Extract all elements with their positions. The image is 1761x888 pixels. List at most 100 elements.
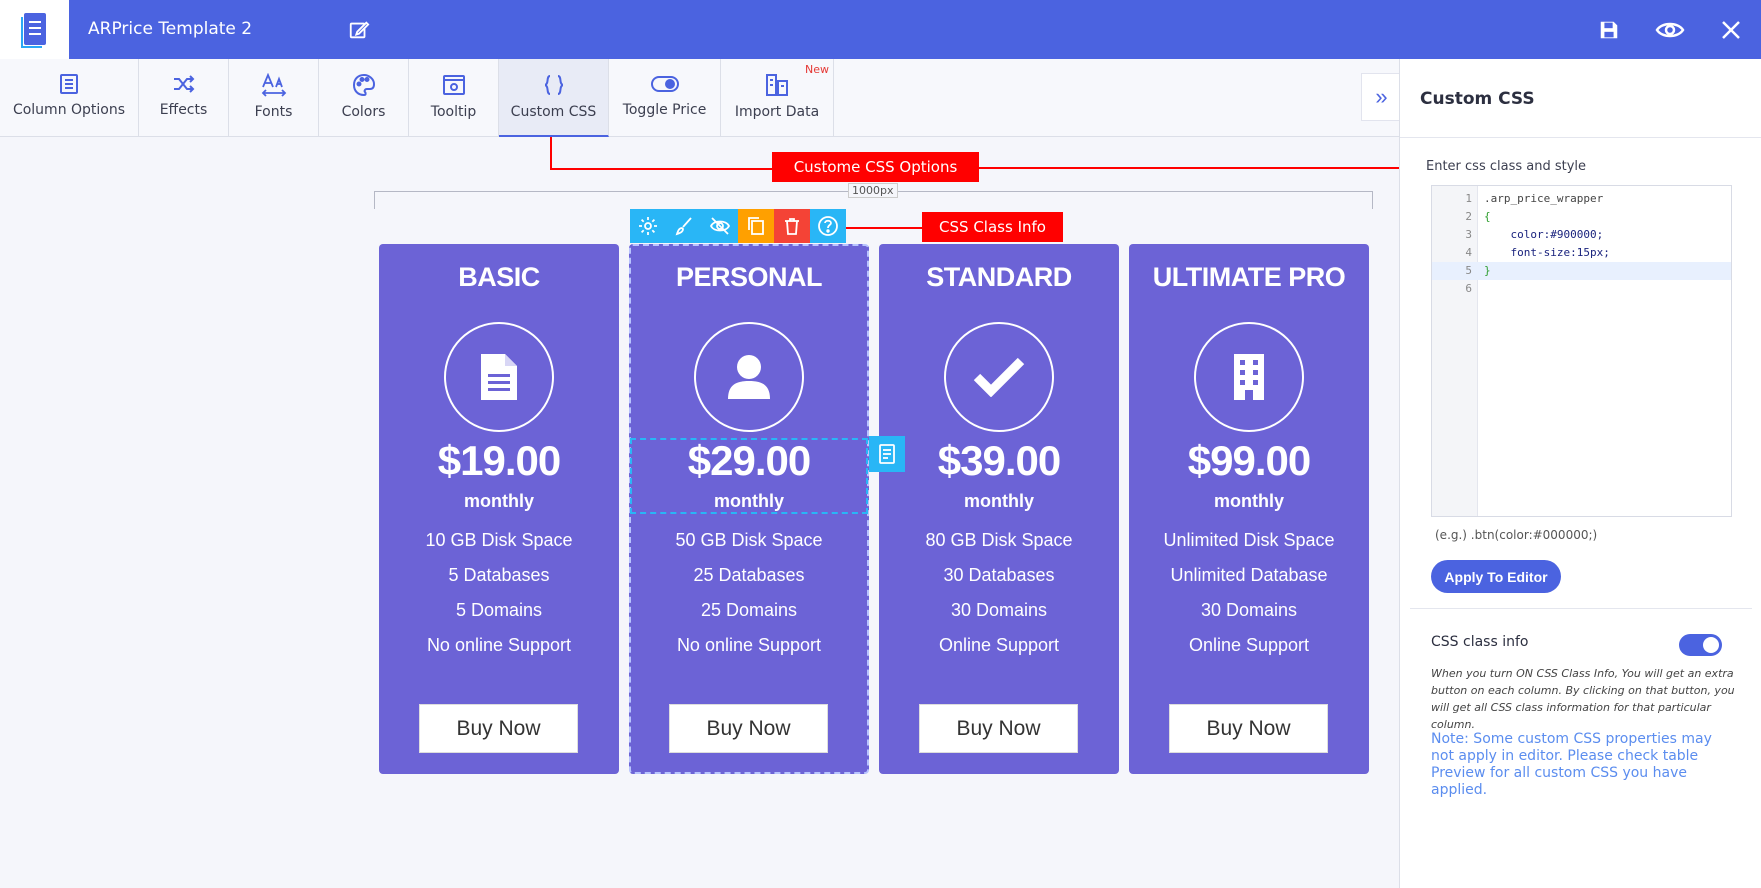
column-icon-circle [444, 322, 554, 432]
apply-to-editor-button[interactable]: Apply To Editor [1431, 560, 1561, 593]
tab-label: Colors [341, 104, 386, 120]
feature-item: Unlimited Disk Space [1163, 530, 1335, 550]
document-icon [481, 354, 517, 400]
column-title: PERSONAL [675, 262, 823, 292]
css-input-label: Enter css class and style [1426, 159, 1587, 174]
pricing-column-basic[interactable]: BASIC $19.00 monthly 10 GB Disk Space 5 … [379, 244, 619, 774]
fonts-icon [261, 73, 286, 97]
column-icon-circle [1194, 322, 1304, 432]
info-button[interactable] [810, 209, 846, 243]
tab-colors[interactable]: Colors [319, 59, 409, 137]
feature-item: 50 GB Disk Space [675, 530, 823, 550]
css-class-info-button[interactable] [869, 436, 905, 472]
panel-collapse-button[interactable]: » [1361, 73, 1401, 121]
save-icon[interactable] [1595, 16, 1623, 44]
settings-button[interactable] [630, 209, 666, 243]
user-icon [728, 355, 770, 399]
style-button[interactable] [666, 209, 702, 243]
editor-toolbar: Column Options Effects Fonts Colors Tool… [0, 59, 1400, 137]
duplicate-button[interactable] [738, 209, 774, 243]
code-line: 3 color:#900000; [1465, 228, 1604, 241]
tab-label: Toggle Price [622, 102, 707, 118]
pricing-column-standard[interactable]: STANDARD $39.00 monthly 80 GB Disk Space… [879, 244, 1119, 774]
divider [1410, 608, 1752, 609]
double-chevron-right-icon: » [1375, 84, 1388, 109]
buy-now-button[interactable]: Buy Now [669, 704, 828, 753]
hide-button[interactable] [702, 209, 738, 243]
import-data-icon [766, 74, 788, 96]
feature-item: 30 Domains [1200, 600, 1298, 620]
price-selection-outline [630, 438, 868, 514]
code-line: 4 font-size:15px; [1465, 246, 1610, 259]
tab-import-data[interactable]: New Import Data [721, 59, 834, 137]
feature-item: 25 Databases [693, 565, 805, 585]
pricing-column-ultimate-pro[interactable]: ULTIMATE PRO $99.00 monthly Unlimited Di… [1129, 244, 1369, 774]
tab-toggle-price[interactable]: Toggle Price [609, 59, 721, 137]
column-options-icon [60, 74, 78, 94]
column-price: $39.00 [937, 437, 1061, 484]
column-price: $99.00 [1187, 437, 1311, 484]
template-title: ARPrice Template 2 [88, 19, 253, 39]
feature-item: Online Support [1188, 635, 1310, 655]
column-price: $19.00 [437, 437, 561, 484]
trash-icon [785, 218, 799, 235]
annotation-line [979, 167, 1400, 169]
tab-label: Effects [159, 102, 208, 118]
tab-effects[interactable]: Effects [139, 59, 229, 137]
delete-button[interactable] [774, 209, 810, 243]
feature-item: No online Support [426, 635, 572, 655]
tab-tooltip[interactable]: Tooltip [409, 59, 499, 137]
tab-custom-css[interactable]: Custom CSS [499, 59, 609, 137]
checkmark-icon [973, 357, 1025, 397]
code-line: 1 .arp_price_wrapper [1465, 192, 1604, 205]
feature-item: No online Support [676, 635, 822, 655]
column-title: BASIC [458, 262, 540, 292]
tab-label: Custom CSS [510, 104, 597, 120]
eye-slash-icon [709, 217, 731, 235]
buy-now-button[interactable]: Buy Now [419, 704, 578, 753]
feature-item: Unlimited Database [1170, 565, 1328, 585]
example-hint: (e.g.) .btn(color:#000000;) [1435, 528, 1598, 542]
tab-label: Column Options [12, 102, 126, 118]
column-period: monthly [464, 491, 534, 511]
feature-item: Online Support [938, 635, 1060, 655]
css-code-editor[interactable]: 1 .arp_price_wrapper 2{ 3 color:#900000; … [1431, 185, 1732, 517]
annotation-line [550, 137, 552, 169]
feature-item: 10 GB Disk Space [425, 530, 573, 550]
edit-icon[interactable] [345, 16, 373, 44]
preview-icon[interactable] [1654, 16, 1686, 44]
annotation-line [843, 227, 923, 229]
feature-item: 5 Domains [455, 600, 543, 620]
building-icon [1234, 354, 1264, 400]
buy-now-button[interactable]: Buy Now [919, 704, 1078, 753]
feature-item: 80 GB Disk Space [925, 530, 1073, 550]
tab-column-options[interactable]: Column Options [0, 59, 139, 137]
gear-icon [639, 217, 657, 235]
annotation-line [550, 168, 772, 170]
column-title: STANDARD [926, 262, 1072, 292]
code-line: 5} [1432, 262, 1731, 280]
css-class-info-description: When you turn ON CSS Class Info, You wil… [1431, 667, 1735, 731]
question-icon [818, 216, 838, 236]
custom-css-panel: Custom CSS Enter css class and style 1 .a… [1399, 59, 1761, 888]
toggle-icon [650, 76, 679, 92]
tooltip-icon [442, 75, 465, 95]
app-logo [0, 0, 69, 59]
column-toolbar [630, 209, 846, 243]
custom-css-note: Note: Some custom CSS properties may not… [1431, 731, 1712, 798]
custom-css-options-annotation: Custome CSS Options [772, 152, 979, 182]
palette-icon [352, 73, 375, 97]
css-class-info-toggle[interactable] [1679, 634, 1722, 656]
toggle-knob [1703, 637, 1719, 653]
feature-item: 30 Domains [950, 600, 1048, 620]
close-icon[interactable] [1717, 16, 1745, 44]
brush-icon [675, 217, 692, 236]
column-period: monthly [1214, 491, 1284, 511]
column-icon-circle [694, 322, 804, 432]
new-badge: New [805, 63, 829, 76]
feature-item: 30 Databases [943, 565, 1055, 585]
tab-label: Tooltip [430, 104, 477, 120]
divider [1400, 137, 1761, 138]
buy-now-button[interactable]: Buy Now [1169, 704, 1328, 753]
tab-fonts[interactable]: Fonts [229, 59, 319, 137]
